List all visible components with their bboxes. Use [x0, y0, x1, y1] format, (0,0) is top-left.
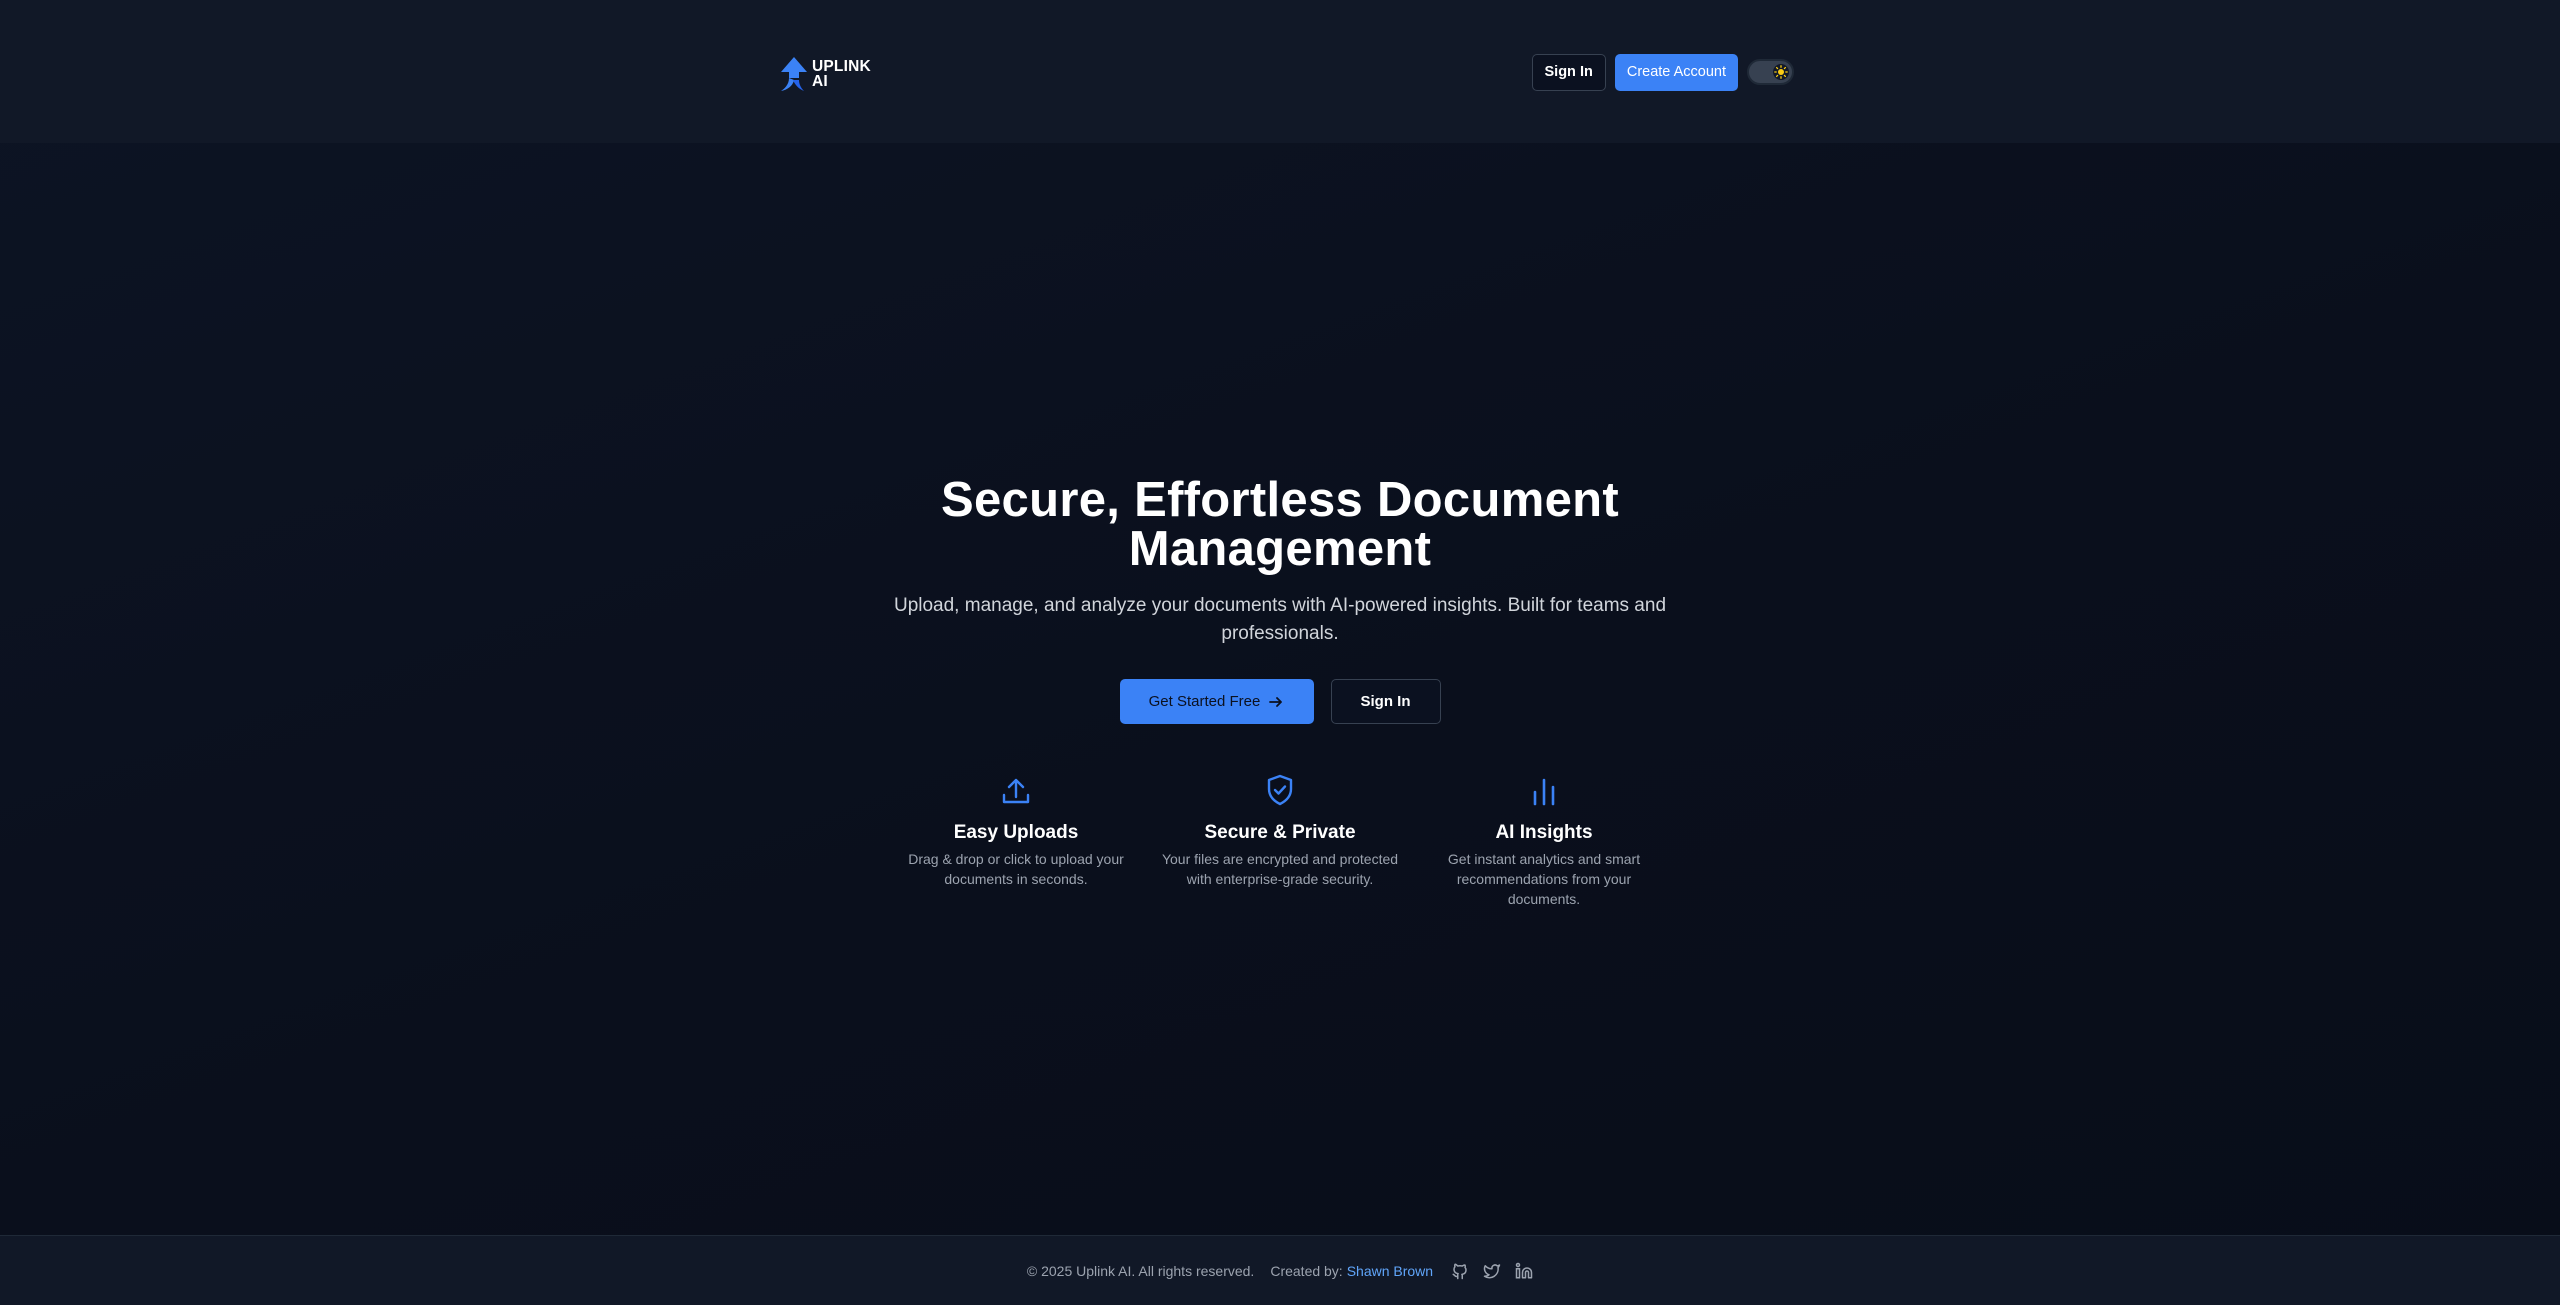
- footer: © 2025 Uplink AI. All rights reserved. C…: [0, 1235, 2560, 1305]
- header-actions: Sign In Create Account: [1531, 53, 1794, 91]
- sun-icon: [1774, 65, 1788, 79]
- feature-ai-insights: AI Insights Get instant analytics and sm…: [1419, 770, 1669, 909]
- brand-name: UPLINK AI: [812, 58, 871, 90]
- feature-easy-uploads: Easy Uploads Drag & drop or click to upl…: [891, 770, 1141, 889]
- bar-chart-icon: [1533, 778, 1555, 806]
- get-started-label: Get Started Free: [1148, 693, 1261, 710]
- feature-title: Easy Uploads: [953, 822, 1079, 843]
- uplink-logo-icon: [781, 57, 807, 91]
- feature-description: Get instant analytics and smart recommen…: [1447, 851, 1641, 907]
- hero-sign-in-button[interactable]: Sign In: [1330, 679, 1441, 724]
- twitter-icon[interactable]: [1483, 1262, 1501, 1280]
- header-sign-in-button[interactable]: Sign In: [1531, 53, 1606, 91]
- social-links: [1451, 1262, 1533, 1280]
- feature-secure-private: Secure & Private Your files are encrypte…: [1155, 770, 1405, 889]
- arrow-right-icon: [1269, 696, 1283, 707]
- shield-check-icon: [1267, 774, 1293, 806]
- theme-toggle[interactable]: [1747, 59, 1794, 85]
- feature-title: Secure & Private: [1204, 822, 1356, 843]
- linkedin-icon[interactable]: [1515, 1262, 1533, 1280]
- get-started-button[interactable]: Get Started Free: [1119, 679, 1314, 724]
- hero-title: Secure, Effortless Document Management: [941, 473, 1619, 576]
- toggle-knob: [1773, 64, 1789, 80]
- brand-line-1: UPLINK: [812, 58, 871, 75]
- github-icon[interactable]: [1451, 1262, 1469, 1280]
- top-navbar: UPLINK AI Sign In Create Account: [0, 0, 2560, 143]
- hero-cta-group: Get Started Free Sign In: [0, 679, 2560, 724]
- feature-title: AI Insights: [1495, 822, 1593, 843]
- create-account-button[interactable]: Create Account: [1614, 53, 1738, 91]
- feature-description: Drag & drop or click to upload your docu…: [908, 851, 1124, 887]
- created-by-label: Created by:: [1270, 1262, 1343, 1279]
- author-link[interactable]: Shawn Brown: [1347, 1263, 1433, 1279]
- upload-icon: [1002, 778, 1030, 804]
- brand-line-2: AI: [812, 73, 828, 90]
- hero-subtitle: Upload, manage, and analyze your documen…: [893, 595, 1667, 644]
- brand-logo[interactable]: UPLINK AI: [780, 54, 871, 94]
- feature-description: Your files are encrypted and protected w…: [1161, 851, 1399, 887]
- copyright-text: © 2025 Uplink AI. All rights reserved.: [1026, 1262, 1255, 1279]
